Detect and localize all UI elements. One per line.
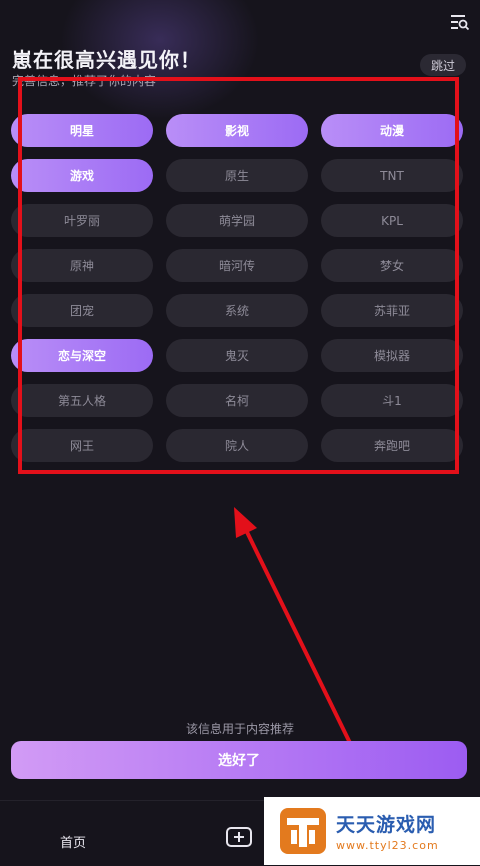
annotation-highlight-box <box>18 77 459 474</box>
skip-button[interactable]: 跳过 <box>420 54 466 76</box>
confirm-button[interactable]: 选好了 <box>11 741 467 779</box>
menu-search-icon[interactable] <box>450 12 470 32</box>
add-icon[interactable] <box>226 827 252 847</box>
info-note: 该信息用于内容推荐 <box>185 722 294 736</box>
watermark: 天天游戏网 www.ttyl23.com <box>264 797 480 865</box>
watermark-title: 天天游戏网 <box>336 814 437 836</box>
watermark-logo-icon <box>280 808 326 854</box>
page-title: 崽在很高兴遇见你！ <box>12 48 201 72</box>
nav-home-tab[interactable]: 首页 <box>60 832 86 851</box>
watermark-url: www.ttyl23.com <box>336 839 439 852</box>
